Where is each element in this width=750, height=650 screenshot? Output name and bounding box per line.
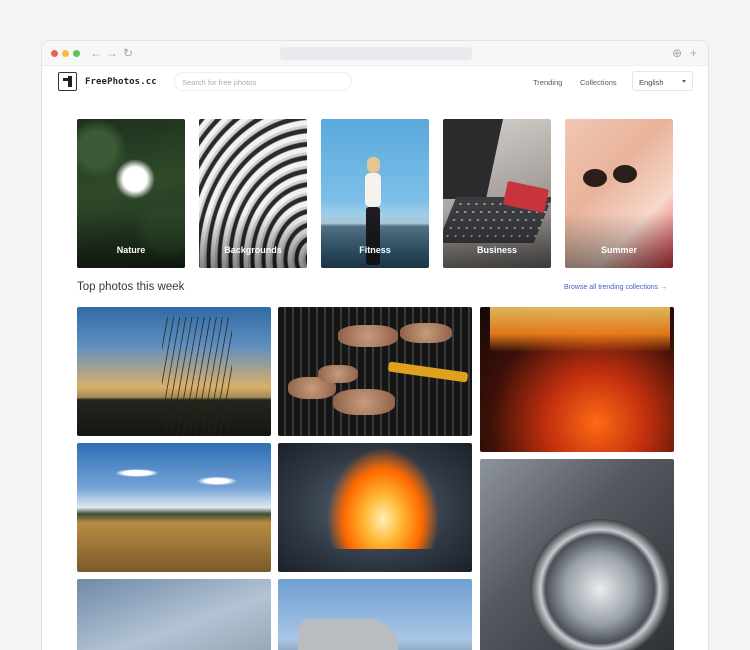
- photo-card-headlight[interactable]: [480, 459, 674, 650]
- address-bar[interactable]: [280, 47, 472, 60]
- browser-chrome: ← → ↻ ⊕ +: [42, 41, 708, 66]
- category-label: Backgrounds: [224, 245, 282, 255]
- language-value: English: [639, 78, 664, 87]
- photo-card-vintage-car[interactable]: [278, 579, 472, 650]
- photo-card-grill[interactable]: [278, 307, 472, 436]
- minimize-window-button[interactable]: [62, 50, 69, 57]
- nav-collections-link[interactable]: Collections: [580, 78, 617, 87]
- category-tile-business[interactable]: Business: [443, 119, 551, 268]
- new-tab-icon[interactable]: +: [690, 45, 697, 61]
- photo-card-sky[interactable]: [77, 579, 271, 650]
- maximize-window-button[interactable]: [73, 50, 80, 57]
- laptop-image: [443, 119, 503, 199]
- photo-card-field[interactable]: [77, 443, 271, 572]
- browse-trending-link[interactable]: Browse all trending collections →: [564, 284, 667, 291]
- site-logo-icon[interactable]: [58, 72, 77, 91]
- photo-card-embers[interactable]: [480, 307, 674, 452]
- download-icon[interactable]: ⊕: [672, 45, 682, 61]
- category-tile-backgrounds[interactable]: Backgrounds: [199, 119, 307, 268]
- category-tile-nature[interactable]: Nature: [77, 119, 185, 268]
- language-select[interactable]: English: [632, 71, 693, 91]
- nav-trending-link[interactable]: Trending: [533, 78, 562, 87]
- browser-window: ← → ↻ ⊕ + FreePhotos.cc Trending Collect…: [41, 40, 709, 650]
- category-label: Summer: [600, 245, 637, 255]
- site-header: FreePhotos.cc Trending Collections Engli…: [42, 67, 708, 97]
- reload-icon[interactable]: ↻: [123, 45, 133, 61]
- forward-arrow-icon[interactable]: →: [106, 45, 118, 61]
- category-tile-summer[interactable]: Summer: [565, 119, 673, 268]
- close-window-button[interactable]: [51, 50, 58, 57]
- back-arrow-icon[interactable]: ←: [90, 45, 102, 61]
- search-box: [174, 72, 352, 91]
- category-tile-fitness[interactable]: Fitness: [321, 119, 429, 268]
- section-title: Top photos this week: [77, 281, 185, 293]
- photo-card-grass-sunset[interactable]: [77, 307, 271, 436]
- brand-name[interactable]: FreePhotos.cc: [85, 77, 157, 87]
- category-label: Nature: [116, 245, 146, 255]
- chevron-down-icon: [682, 80, 686, 83]
- search-input[interactable]: [182, 76, 346, 88]
- category-label: Business: [476, 245, 518, 255]
- category-label: Fitness: [359, 245, 391, 255]
- sunglasses-image: [583, 165, 643, 191]
- photo-card-campfire[interactable]: [278, 443, 472, 572]
